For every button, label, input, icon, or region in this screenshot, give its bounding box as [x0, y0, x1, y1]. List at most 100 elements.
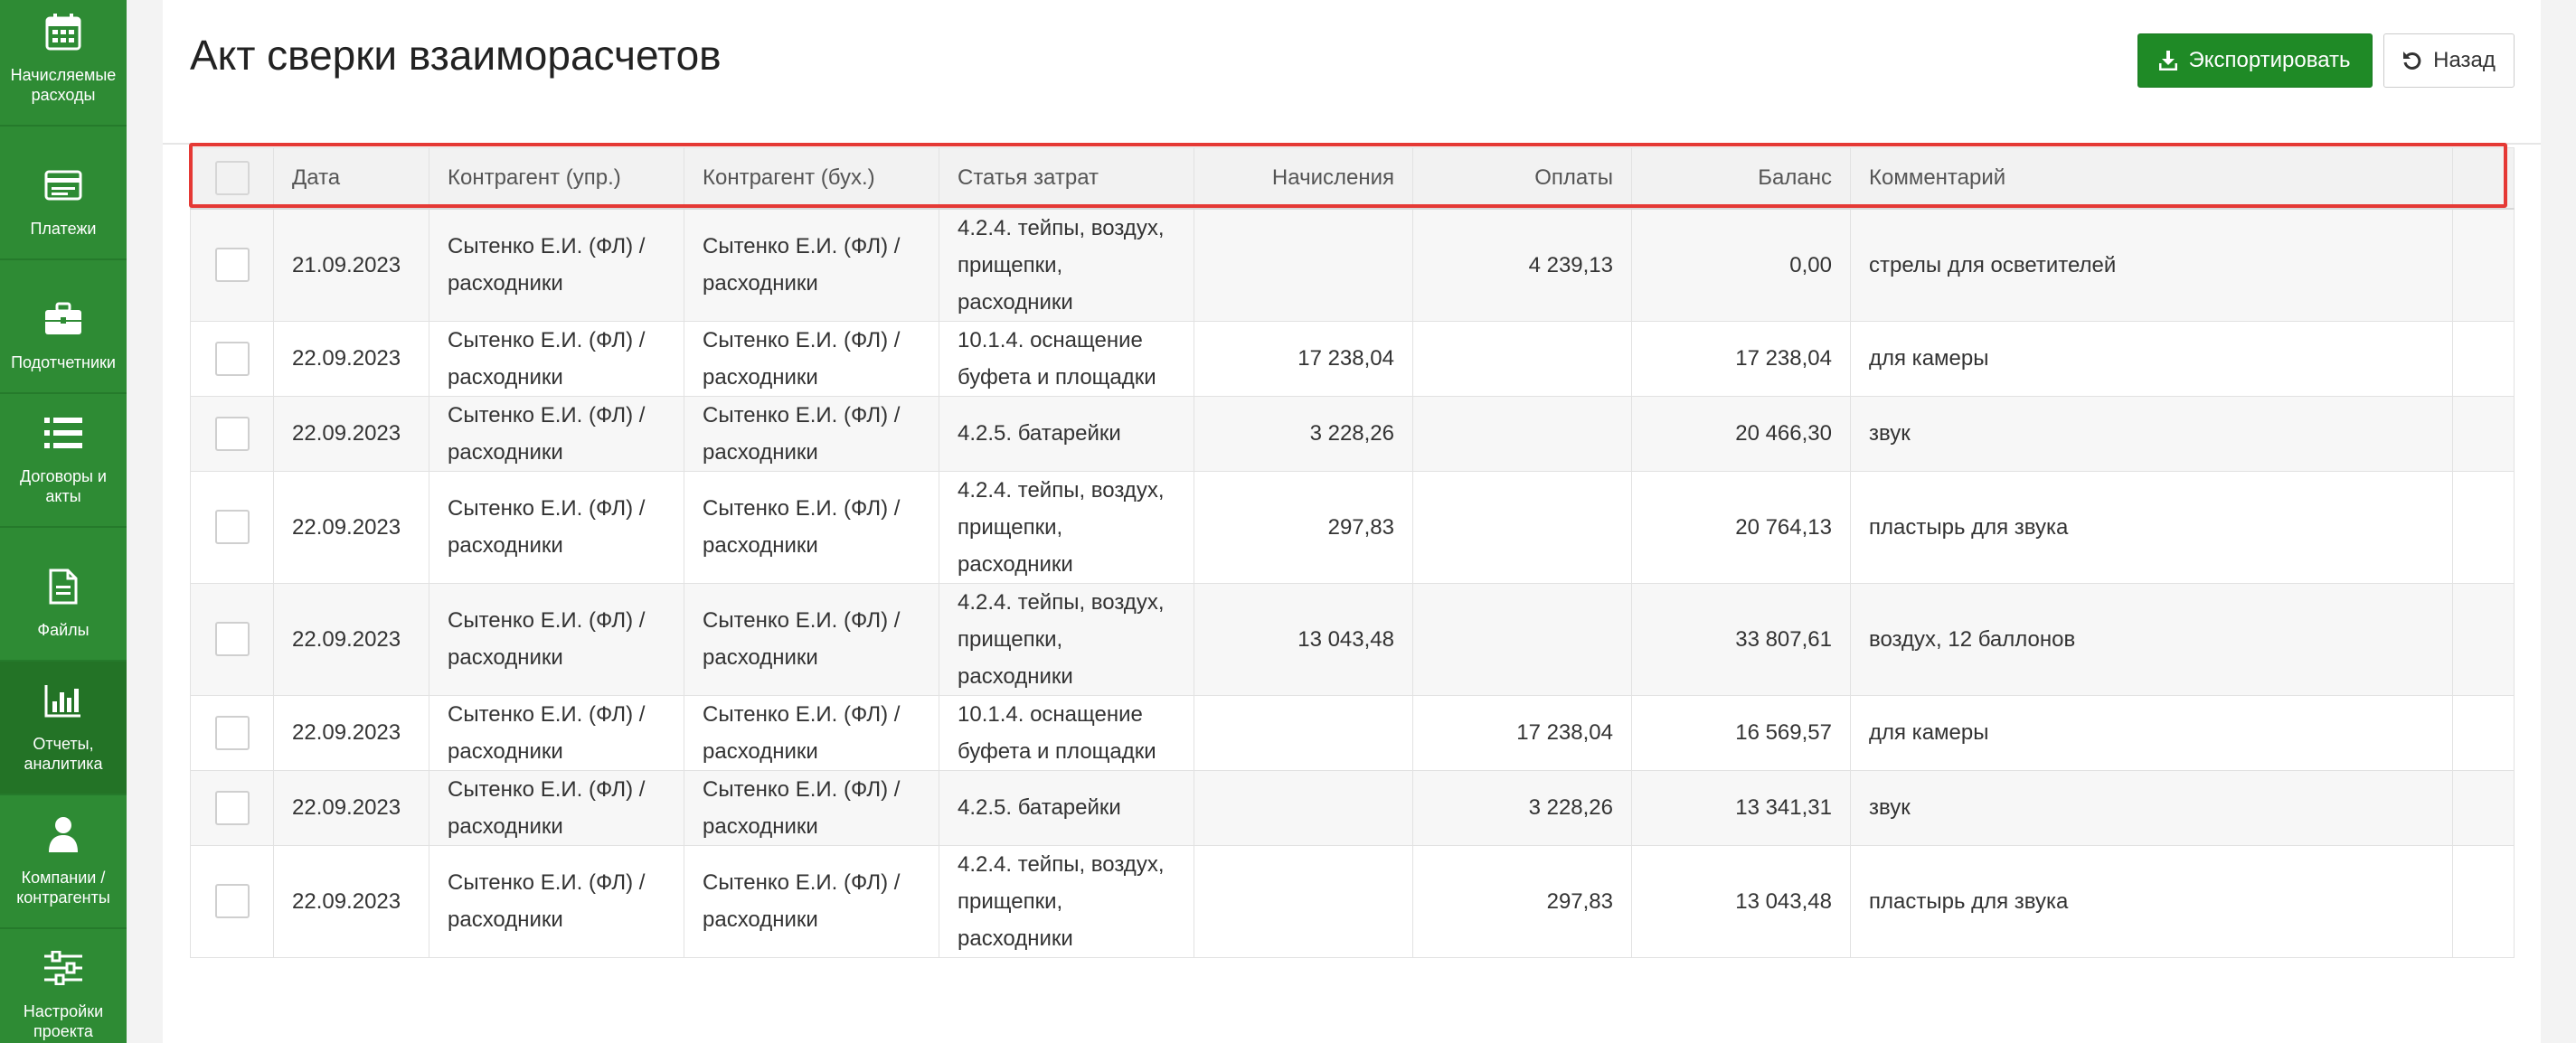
- cost-article-cell: 4.2.5. батарейки: [939, 395, 1194, 472]
- payments-icon: [42, 164, 84, 206]
- sidebar-item-reports[interactable]: Отчеты, аналитика: [0, 662, 127, 795]
- contractor-acc-cell: Сытенко Е.И. (ФЛ) / расходники: [684, 395, 939, 472]
- contractor-acc-cell: Сытенко Е.И. (ФЛ) / расходники: [684, 582, 939, 696]
- extra-cell: [2452, 694, 2515, 771]
- sidebar-item-label: Настройки проекта: [23, 1002, 104, 1040]
- payment-cell: [1412, 320, 1632, 397]
- table-row[interactable]: 22.09.2023 Сытенко Е.И. (ФЛ) / расходники…: [190, 395, 2515, 472]
- column-header-accruals[interactable]: Начисления: [1194, 147, 1413, 210]
- contractor-acc-cell: Сытенко Е.И. (ФЛ) / расходники: [684, 694, 939, 771]
- column-header-payments[interactable]: Оплаты: [1412, 147, 1632, 210]
- table-header-row: Дата Контрагент (упр.) Контрагент (бух.)…: [190, 147, 2515, 210]
- column-header-date[interactable]: Дата: [273, 147, 429, 210]
- extra-cell: [2452, 208, 2515, 322]
- cost-article-cell: 4.2.4. тейпы, воздух, прищепки, расходни…: [939, 470, 1194, 584]
- contractor-mgmt-cell: Сытенко Е.И. (ФЛ) / расходники: [429, 694, 684, 771]
- page-title: Акт сверки взаиморасчетов: [190, 32, 722, 79]
- reconciliation-table: Дата Контрагент (упр.) Контрагент (бух.)…: [190, 147, 2515, 958]
- balance-cell: 0,00: [1631, 208, 1851, 322]
- accrual-cell: 297,83: [1194, 470, 1413, 584]
- sidebar-item-label: Отчеты, аналитика: [24, 735, 103, 773]
- row-select-cell: [190, 844, 274, 958]
- row-select-cell: [190, 320, 274, 397]
- accrual-cell: [1194, 694, 1413, 771]
- cost-article-cell: 4.2.4. тейпы, воздух, прищепки, расходни…: [939, 582, 1194, 696]
- balance-cell: 13 341,31: [1631, 769, 1851, 846]
- row-checkbox[interactable]: [214, 416, 250, 451]
- sidebar-item-payments[interactable]: Платежи: [0, 127, 127, 260]
- row-checkbox[interactable]: [214, 622, 250, 656]
- accrual-cell: 13 043,48: [1194, 582, 1413, 696]
- row-checkbox[interactable]: [214, 248, 250, 282]
- balance-cell: 17 238,04: [1631, 320, 1851, 397]
- back-button-label: Назад: [2433, 48, 2496, 72]
- date-cell: 22.09.2023: [273, 844, 429, 958]
- contractor-mgmt-cell: Сытенко Е.И. (ФЛ) / расходники: [429, 844, 684, 958]
- select-all-cell: [190, 147, 274, 210]
- payment-cell: 297,83: [1412, 844, 1632, 958]
- payment-cell: 3 228,26: [1412, 769, 1632, 846]
- sliders-icon: [42, 947, 84, 989]
- sidebar-item-accountables[interactable]: Подотчетники: [0, 260, 127, 394]
- column-header-cost-article[interactable]: Статья затрат: [939, 147, 1194, 210]
- payment-cell: [1412, 395, 1632, 472]
- comment-cell: для камеры: [1850, 320, 2453, 397]
- list-icon: [42, 412, 84, 454]
- export-button[interactable]: Экспортировать: [2137, 33, 2373, 88]
- column-header-contractor-mgmt[interactable]: Контрагент (упр.): [429, 147, 684, 210]
- contractor-mgmt-cell: Сытенко Е.И. (ФЛ) / расходники: [429, 208, 684, 322]
- row-checkbox[interactable]: [214, 715, 250, 750]
- row-select-cell: [190, 582, 274, 696]
- comment-cell: звук: [1850, 395, 2453, 472]
- extra-cell: [2452, 844, 2515, 958]
- sidebar-item-label: Подотчетники: [11, 353, 116, 371]
- row-select-cell: [190, 470, 274, 584]
- select-all-checkbox[interactable]: [214, 160, 250, 195]
- balance-cell: 33 807,61: [1631, 582, 1851, 696]
- date-cell: 22.09.2023: [273, 582, 429, 696]
- extra-cell: [2452, 582, 2515, 696]
- column-header-balance[interactable]: Баланс: [1631, 147, 1851, 210]
- row-checkbox[interactable]: [214, 790, 250, 825]
- column-header-extra: [2452, 147, 2515, 210]
- sidebar-item-files[interactable]: Файлы: [0, 528, 127, 662]
- sidebar-item-label: Начисляемые расходы: [10, 66, 117, 104]
- header-divider: [163, 143, 2541, 145]
- extra-cell: [2452, 470, 2515, 584]
- payment-cell: 4 239,13: [1412, 208, 1632, 322]
- contractor-acc-cell: Сытенко Е.И. (ФЛ) / расходники: [684, 208, 939, 322]
- row-select-cell: [190, 208, 274, 322]
- sidebar-item-project-settings[interactable]: Настройки проекта: [0, 929, 127, 1043]
- row-checkbox[interactable]: [214, 510, 250, 544]
- table-row[interactable]: 22.09.2023 Сытенко Е.И. (ФЛ) / расходники…: [190, 769, 2515, 846]
- table-row[interactable]: 21.09.2023 Сытенко Е.И. (ФЛ) / расходники…: [190, 208, 2515, 322]
- date-cell: 22.09.2023: [273, 395, 429, 472]
- column-header-comment[interactable]: Комментарий: [1850, 147, 2453, 210]
- table-row[interactable]: 22.09.2023 Сытенко Е.И. (ФЛ) / расходники…: [190, 582, 2515, 696]
- export-button-label: Экспортировать: [2188, 48, 2351, 72]
- sidebar-item-companies[interactable]: Компании / контрагенты: [0, 795, 127, 929]
- date-cell: 22.09.2023: [273, 769, 429, 846]
- row-select-cell: [190, 769, 274, 846]
- contractor-acc-cell: Сытенко Е.И. (ФЛ) / расходники: [684, 844, 939, 958]
- contractor-mgmt-cell: Сытенко Е.И. (ФЛ) / расходники: [429, 470, 684, 584]
- column-header-contractor-acc[interactable]: Контрагент (бух.): [684, 147, 939, 210]
- payment-cell: [1412, 582, 1632, 696]
- table-row[interactable]: 22.09.2023 Сытенко Е.И. (ФЛ) / расходники…: [190, 844, 2515, 958]
- payment-cell: 17 238,04: [1412, 694, 1632, 771]
- sidebar-item-label: Компании / контрагенты: [16, 869, 110, 907]
- back-button[interactable]: Назад: [2383, 33, 2515, 88]
- table-row[interactable]: 22.09.2023 Сытенко Е.И. (ФЛ) / расходники…: [190, 470, 2515, 584]
- date-cell: 22.09.2023: [273, 694, 429, 771]
- comment-cell: звук: [1850, 769, 2453, 846]
- cost-article-cell: 10.1.4. оснащение буфета и площадки: [939, 320, 1194, 397]
- cost-article-cell: 4.2.4. тейпы, воздух, прищепки, расходни…: [939, 208, 1194, 322]
- table-row[interactable]: 22.09.2023 Сытенко Е.И. (ФЛ) / расходники…: [190, 694, 2515, 771]
- extra-cell: [2452, 395, 2515, 472]
- table-row[interactable]: 22.09.2023 Сытенко Е.И. (ФЛ) / расходники…: [190, 320, 2515, 397]
- row-checkbox[interactable]: [214, 884, 250, 918]
- row-checkbox[interactable]: [214, 341, 250, 376]
- sidebar-item-contracts[interactable]: Договоры и акты: [0, 394, 127, 528]
- balance-cell: 20 466,30: [1631, 395, 1851, 472]
- sidebar-item-accrued-expenses[interactable]: Начисляемые расходы: [0, 0, 127, 127]
